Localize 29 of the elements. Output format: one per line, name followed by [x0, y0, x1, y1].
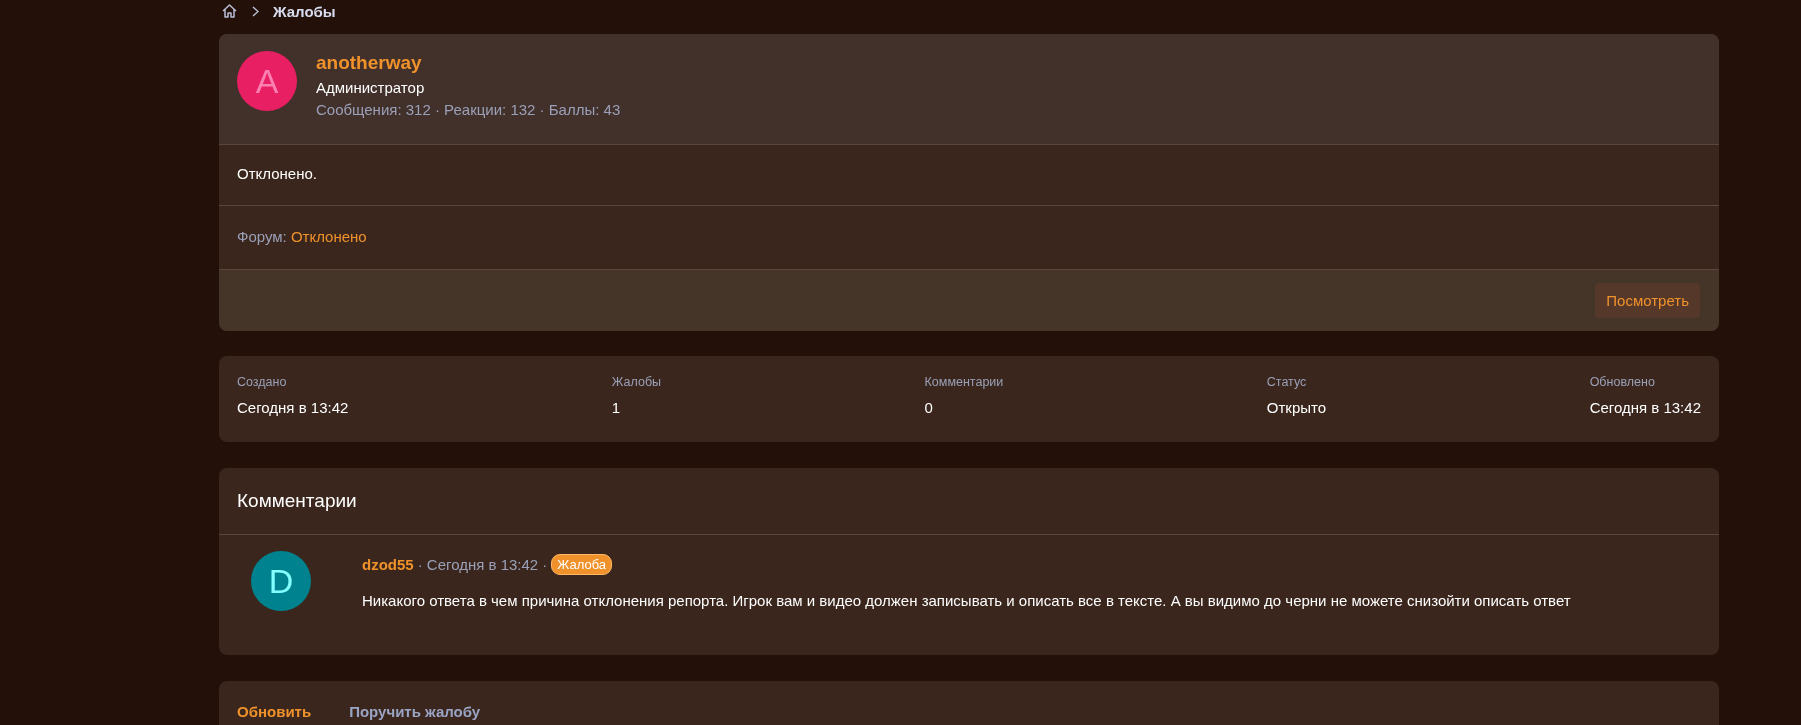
user-stats: Сообщения: 312 · Реакции: 132 · Баллы: 43 — [316, 101, 621, 118]
stat-label: Комментарии — [924, 375, 1004, 389]
tag-badge: Жалоба — [551, 554, 613, 575]
avatar: D — [251, 551, 311, 611]
stat-label: Статус — [1266, 375, 1308, 389]
stat-value: Сегодня в 13:42 — [1589, 399, 1701, 416]
comment-text: Никакого ответа в чем причина отклонения репорта. Игрок вам и видео должен записывать и описать все в тексте. А вы видимо до черни не можете снизойти описать ответ — [362, 592, 1571, 609]
stat-value: Открыто — [1266, 399, 1327, 416]
comment-time: · Сегодня в 13:42 · — [417, 556, 548, 573]
view-button[interactable]: Посмотреть — [1595, 283, 1700, 318]
report-message: Отклонено. — [237, 165, 317, 182]
forum-link[interactable]: Отклонено — [290, 228, 367, 245]
stat-label: Жалобы — [611, 375, 662, 389]
username-link[interactable]: anotherway — [316, 52, 621, 74]
stat-value: 1 — [611, 399, 622, 416]
stat-label: Обновлено — [1589, 375, 1655, 389]
stat-value: 0 — [924, 399, 934, 416]
stat-label: Создано — [237, 375, 288, 389]
section-title: Комментарии — [237, 490, 357, 512]
breadcrumb-current: Жалобы — [273, 2, 336, 20]
user-role: Администратор — [316, 79, 426, 96]
action-link[interactable]: Обновить — [237, 703, 312, 720]
home-icon[interactable] — [221, 3, 238, 19]
action-link[interactable]: Поручить жалобу — [349, 703, 481, 720]
avatar: A — [237, 51, 297, 111]
stat-value: Сегодня в 13:42 — [237, 399, 349, 416]
username-link[interactable]: dzod55 — [362, 556, 414, 573]
chevron-icon — [252, 5, 259, 17]
forum-label: Форум: — [237, 228, 287, 245]
